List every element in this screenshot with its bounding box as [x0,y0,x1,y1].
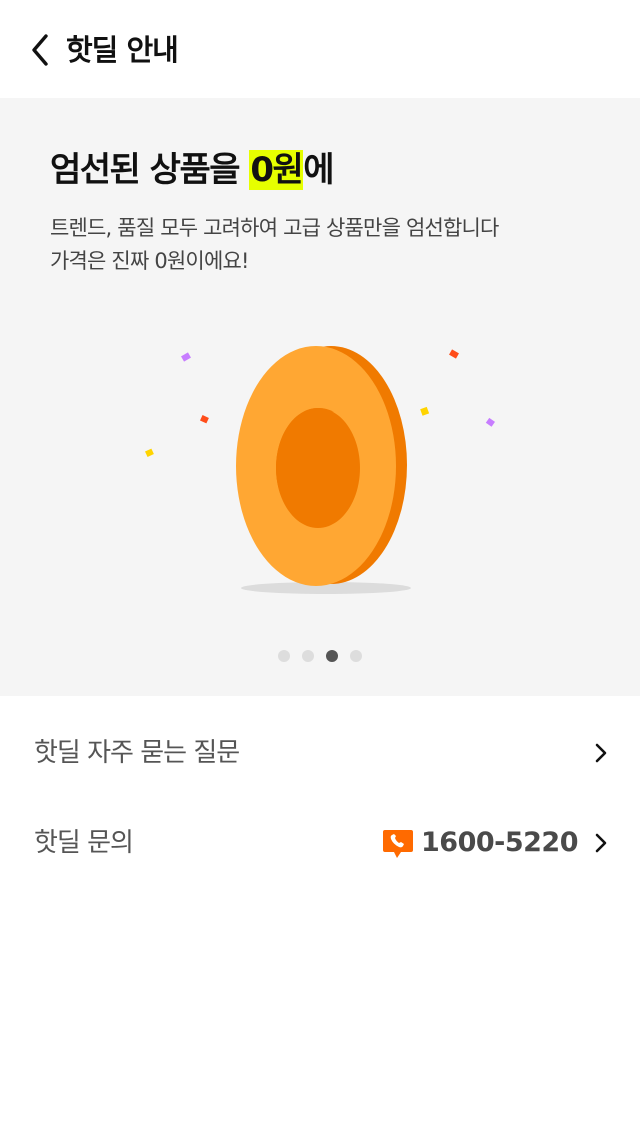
banner-desc-line-1: 트렌드, 품질 모두 고려하여 고급 상품만을 엄선합니다 [50,216,499,240]
phone-number: 1600-5220 [421,827,579,858]
confetti-purple-2 [485,417,495,427]
carousel-dot-1[interactable] [278,650,290,662]
contact-row[interactable]: 핫딜 문의 1600-5220 [0,798,640,888]
chevron-right-icon [595,833,607,853]
carousel-dot-3-active[interactable] [326,650,338,662]
phone-chat-bubble-icon [383,830,413,858]
faq-row[interactable]: 핫딜 자주 묻는 질문 [0,708,640,798]
banner-title-suffix: 에 [303,150,334,190]
promo-carousel[interactable]: 엄선된 상품을 0원에 트렌드, 품질 모두 고려하여 고급 상품만을 엄선합니… [0,98,640,696]
banner-description: 트렌드, 품질 모두 고려하여 고급 상품만을 엄선합니다 가격은 진짜 0원이… [50,212,590,278]
contact-label: 핫딜 문의 [34,828,134,858]
banner-title-prefix: 엄선된 상품을 [50,150,250,190]
banner-desc-line-2: 가격은 진짜 0원이에요! [50,249,249,273]
chevron-left-icon [32,34,48,66]
chevron-right-icon [595,743,607,763]
carousel-pagination [0,650,640,662]
confetti-red-2 [200,415,209,424]
carousel-dot-4[interactable] [350,650,362,662]
confetti-purple-1 [181,352,191,362]
back-button[interactable] [26,30,60,70]
page-title: 핫딜 안내 [66,33,179,67]
banner-title: 엄선된 상품을 0원에 [50,150,335,190]
zero-illustration [145,346,495,594]
header: 핫딜 안내 [0,0,640,98]
faq-label: 핫딜 자주 묻는 질문 [34,738,240,768]
confetti-yellow-2 [145,448,154,457]
banner-title-highlight: 0원 [249,150,304,190]
contact-phone[interactable]: 1600-5220 [381,823,579,863]
carousel-dot-2[interactable] [302,650,314,662]
confetti-red-1 [449,349,459,359]
confetti-yellow-1 [420,406,430,416]
